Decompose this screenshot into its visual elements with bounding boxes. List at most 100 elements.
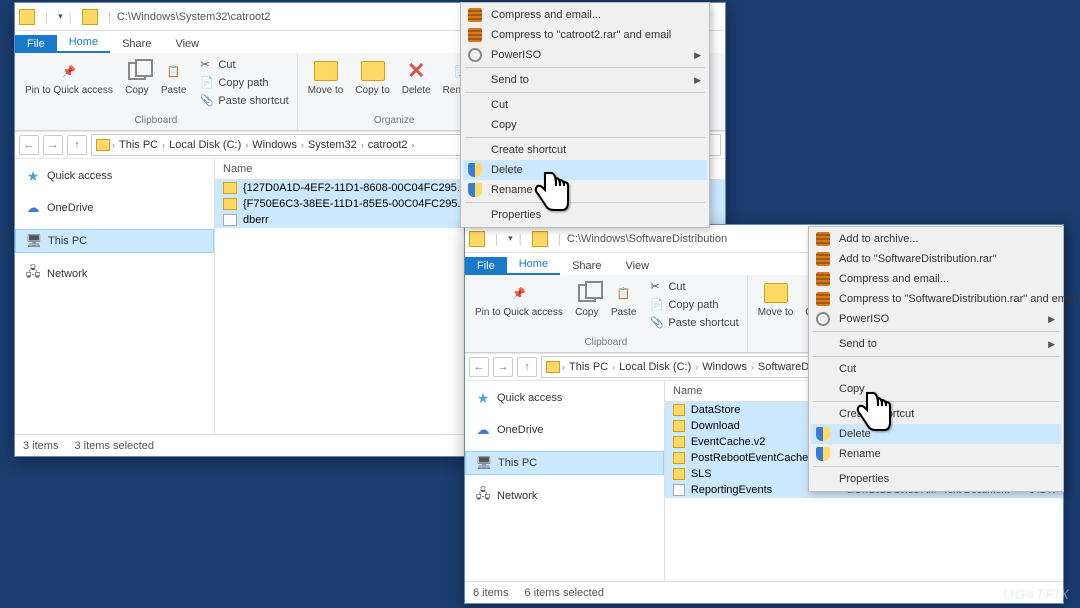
menu-item-send-to[interactable]: Send to▶: [463, 70, 707, 90]
crumb-thispc[interactable]: This PC: [117, 139, 160, 151]
menu-item-rename[interactable]: Rename: [463, 180, 707, 200]
menu-item-cut[interactable]: Cut: [463, 95, 707, 115]
menu-separator: [813, 356, 1059, 357]
menu-item-create-shortcut[interactable]: Create shortcut: [811, 404, 1061, 424]
menu-item-compress-and-email[interactable]: Compress and email...: [463, 5, 707, 25]
folder-icon: [223, 182, 237, 194]
menu-item-poweriso[interactable]: PowerISO▶: [463, 45, 707, 65]
paste-button[interactable]: 📋Paste: [607, 279, 641, 320]
crumb-drive[interactable]: Local Disk (C:): [167, 139, 243, 151]
crumb-catroot2[interactable]: catroot2: [366, 139, 410, 151]
folder-icon: [469, 231, 485, 247]
menu-item-copy[interactable]: Copy: [463, 115, 707, 135]
crumb-windows[interactable]: Windows: [700, 361, 749, 373]
submenu-arrow-icon: ▶: [694, 50, 701, 61]
tab-share[interactable]: Share: [110, 35, 163, 53]
qat-dropdown-icon[interactable]: ▾: [58, 11, 63, 22]
pasteshortcut-button[interactable]: 📎Paste shortcut: [648, 315, 740, 331]
menu-item-label: PowerISO: [839, 313, 889, 325]
sidebar-item-thispc[interactable]: 🖥This PC: [15, 229, 214, 253]
qat-dropdown-icon[interactable]: ▾: [508, 233, 513, 244]
crumb-drive[interactable]: Local Disk (C:): [617, 361, 693, 373]
copyto-button[interactable]: Copy to: [351, 57, 393, 98]
tab-home[interactable]: Home: [507, 255, 560, 275]
back-button[interactable]: ←: [469, 357, 489, 377]
sidebar-item-quickaccess[interactable]: ★Quick access: [15, 165, 214, 187]
tab-share[interactable]: Share: [560, 257, 613, 275]
delete-button[interactable]: ✕Delete: [398, 57, 435, 98]
crumb-system32[interactable]: System32: [306, 139, 359, 151]
paste-button[interactable]: 📋Paste: [157, 57, 191, 98]
folder-icon: [673, 420, 685, 432]
up-button[interactable]: ↑: [67, 135, 87, 155]
up-button[interactable]: ↑: [517, 357, 537, 377]
menu-separator: [465, 137, 705, 138]
menu-item-compress-and-email[interactable]: Compress and email...: [811, 269, 1061, 289]
back-button[interactable]: ←: [19, 135, 39, 155]
group-label-clipboard: Clipboard: [21, 115, 291, 126]
crumb-thispc[interactable]: This PC: [567, 361, 610, 373]
disc-icon: [815, 311, 831, 327]
menu-separator: [465, 92, 705, 93]
folder-icon: [673, 468, 685, 480]
menu-item-cut[interactable]: Cut: [811, 359, 1061, 379]
file-icon: [673, 484, 685, 496]
moveto-button[interactable]: Move to: [754, 279, 798, 320]
sidebar-item-network[interactable]: 🖧Network: [465, 485, 664, 507]
pin-button[interactable]: 📌Pin to Quick access: [471, 279, 567, 320]
menu-item-rename[interactable]: Rename: [811, 444, 1061, 464]
tab-view[interactable]: View: [613, 257, 661, 275]
pasteshortcut-button[interactable]: 📎Paste shortcut: [198, 93, 290, 109]
menu-item-poweriso[interactable]: PowerISO ▶: [811, 309, 1061, 329]
submenu-arrow-icon: ▶: [1048, 314, 1055, 325]
menu-item-properties[interactable]: Properties: [463, 205, 707, 225]
menu-item-add-to-softwaredistribution-rar[interactable]: Add to "SoftwareDistribution.rar": [811, 249, 1061, 269]
menu-item-label: Delete: [491, 164, 523, 176]
pin-button[interactable]: 📌Pin to Quick access: [21, 57, 117, 98]
tab-home[interactable]: Home: [57, 33, 110, 53]
menu-item-delete[interactable]: Delete: [811, 424, 1061, 444]
archive-icon: [815, 271, 831, 287]
context-menu[interactable]: Add to archive...Add to "SoftwareDistrib…: [808, 226, 1064, 492]
sidebar-item-onedrive[interactable]: ☁OneDrive: [15, 197, 214, 219]
folder-icon: [223, 198, 237, 210]
folder-icon: [19, 9, 35, 25]
sidebar-item-thispc[interactable]: 🖥This PC: [465, 451, 664, 475]
menu-item-create-shortcut[interactable]: Create shortcut: [463, 140, 707, 160]
menu-item-label: Compress and email...: [491, 9, 601, 21]
folder-icon: [673, 452, 685, 464]
tab-view[interactable]: View: [163, 35, 211, 53]
sidebar-item-onedrive[interactable]: ☁OneDrive: [465, 419, 664, 441]
crumb-windows[interactable]: Windows: [250, 139, 299, 151]
forward-button[interactable]: →: [493, 357, 513, 377]
menu-item-properties[interactable]: Properties: [811, 469, 1061, 489]
menu-item-copy[interactable]: Copy: [811, 379, 1061, 399]
moveto-button[interactable]: Move to: [304, 57, 348, 98]
separator: |: [45, 10, 48, 24]
context-menu[interactable]: Compress and email... Compress to "catroo…: [460, 2, 710, 228]
menu-item-send-to[interactable]: Send to▶: [811, 334, 1061, 354]
cut-button[interactable]: ✂Cut: [198, 57, 290, 73]
menu-separator: [813, 331, 1059, 332]
submenu-arrow-icon: ▶: [1048, 339, 1055, 350]
copypath-button[interactable]: 📄Copy path: [198, 75, 290, 91]
menu-item-compress-to-catroot2-rar-and-email[interactable]: Compress to "catroot2.rar" and email: [463, 25, 707, 45]
menu-item-delete[interactable]: Delete: [463, 160, 707, 180]
copypath-button[interactable]: 📄Copy path: [648, 297, 740, 313]
menu-item-compress-to-softwaredistribution-rar-and-email[interactable]: Compress to "SoftwareDistribution.rar" a…: [811, 289, 1061, 309]
copy-button[interactable]: Copy: [571, 279, 603, 320]
sidebar-item-quickaccess[interactable]: ★Quick access: [465, 387, 664, 409]
menu-item-add-to-archive[interactable]: Add to archive...: [811, 229, 1061, 249]
tab-file[interactable]: File: [465, 257, 507, 275]
menu-separator: [465, 67, 705, 68]
separator: |: [108, 10, 111, 24]
folder-icon: [546, 361, 560, 373]
tab-file[interactable]: File: [15, 35, 57, 53]
nav-sidebar: ★Quick access ☁OneDrive 🖥This PC 🖧Networ…: [465, 381, 665, 581]
sidebar-item-network[interactable]: 🖧Network: [15, 263, 214, 285]
cut-button[interactable]: ✂Cut: [648, 279, 740, 295]
nav-sidebar: ★Quick access ☁OneDrive 🖥This PC 🖧Networ…: [15, 159, 215, 434]
group-label-organize: Organize: [304, 115, 485, 126]
copy-button[interactable]: Copy: [121, 57, 153, 98]
forward-button[interactable]: →: [43, 135, 63, 155]
